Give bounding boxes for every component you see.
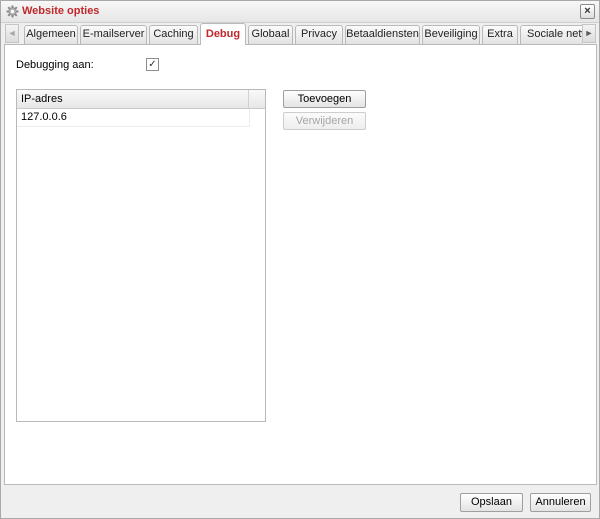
tab-label: Sociale netwe	[527, 28, 582, 40]
table-row[interactable]: 127.0.0.6	[17, 109, 250, 127]
website-options-window: Website opties × ◄ Algemeen E-mailserver…	[0, 0, 600, 519]
tab-label: Betaaldiensten	[346, 28, 419, 40]
gear-icon	[6, 5, 19, 18]
tab-extra[interactable]: Extra	[482, 25, 518, 44]
cancel-button[interactable]: Annuleren	[530, 493, 591, 512]
tab-label: Caching	[153, 28, 194, 40]
tab-label: Debug	[205, 28, 241, 40]
tab-label: E-mailserver	[82, 28, 145, 40]
debugging-label: Debugging aan:	[16, 59, 94, 71]
ip-address-grid: IP-adres 127.0.0.6	[16, 89, 266, 422]
tab-betaaldiensten[interactable]: Betaaldiensten	[345, 25, 420, 44]
tab-algemeen[interactable]: Algemeen	[24, 25, 78, 44]
tab-strip: ◄ Algemeen E-mailserver Caching Debug Gl…	[4, 23, 597, 45]
save-button[interactable]: Opslaan	[460, 493, 523, 512]
close-icon: ×	[584, 5, 591, 17]
tab-scroll-right-button[interactable]: ►	[582, 24, 596, 43]
tab-beveiliging[interactable]: Beveiliging	[422, 25, 480, 44]
tab-label: Privacy	[300, 28, 338, 40]
tab-scroll-left-button[interactable]: ◄	[5, 24, 19, 43]
tab-label: Globaal	[251, 28, 290, 40]
arrow-left-icon: ◄	[7, 28, 17, 38]
arrow-right-icon: ►	[584, 28, 594, 38]
tab-debug[interactable]: Debug	[200, 23, 246, 45]
tab-globaal[interactable]: Globaal	[248, 25, 293, 44]
title-bar[interactable]: Website opties ×	[1, 1, 599, 23]
tab-e-mailserver[interactable]: E-mailserver	[80, 25, 147, 44]
tab-sociale-netwerken[interactable]: Sociale netwe	[520, 25, 582, 44]
tab-label: Algemeen	[26, 28, 76, 40]
add-button[interactable]: Toevoegen	[283, 90, 366, 108]
debugging-checkbox[interactable]: ✓	[146, 58, 159, 71]
window-title: Website opties	[22, 5, 100, 17]
close-button[interactable]: ×	[580, 4, 595, 19]
remove-button[interactable]: Verwijderen	[283, 112, 366, 130]
grid-header: IP-adres	[17, 90, 265, 109]
column-header-ip-adres[interactable]: IP-adres	[17, 90, 249, 108]
tabs: Algemeen E-mailserver Caching Debug Glob…	[24, 23, 582, 45]
debug-panel: Debugging aan: ✓ IP-adres 127.0.0.6 Toev…	[4, 45, 597, 485]
tab-label: Beveiliging	[424, 28, 478, 40]
tab-caching[interactable]: Caching	[149, 25, 198, 44]
checkmark-icon: ✓	[148, 59, 157, 70]
tab-label: Extra	[487, 28, 513, 40]
tab-privacy[interactable]: Privacy	[295, 25, 343, 44]
